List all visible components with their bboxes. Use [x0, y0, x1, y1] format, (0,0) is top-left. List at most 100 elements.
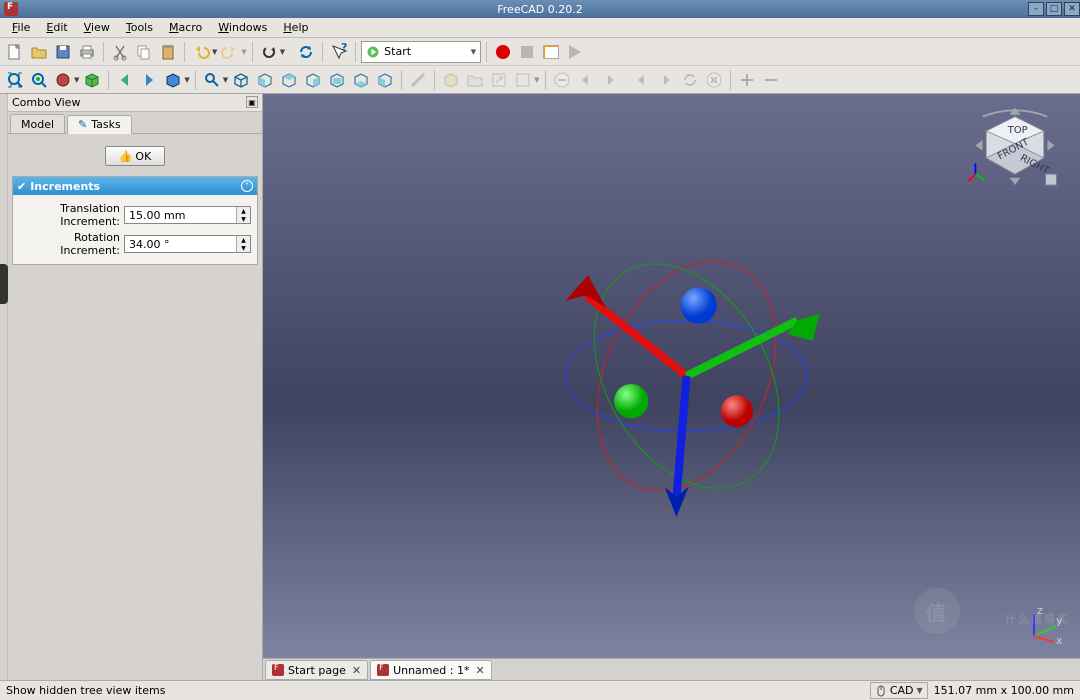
- view-right-button[interactable]: [302, 69, 324, 91]
- tree-close-button[interactable]: [703, 69, 725, 91]
- link-nav-dropdown[interactable]: ▼: [184, 76, 189, 84]
- tab-model[interactable]: Model: [10, 114, 65, 133]
- spin-down-button[interactable]: ▼: [237, 215, 250, 223]
- menu-tools[interactable]: Tools: [118, 19, 161, 36]
- measure-button[interactable]: [407, 69, 429, 91]
- view-left-button[interactable]: [374, 69, 396, 91]
- zoom-out-button[interactable]: [760, 69, 782, 91]
- redo-button[interactable]: [219, 41, 241, 63]
- navigation-cube[interactable]: FRONT RIGHT TOP: [970, 104, 1060, 194]
- tab-tasks[interactable]: ✎ Tasks: [67, 115, 132, 134]
- dock-handle[interactable]: [0, 264, 8, 304]
- view-front-button[interactable]: [254, 69, 276, 91]
- combo-tabs: Model ✎ Tasks: [8, 112, 262, 134]
- status-dimensions: 151.07 mm x 100.00 mm: [934, 684, 1074, 697]
- combo-view-header: Combo View ▣: [8, 94, 262, 112]
- sel-back-button[interactable]: [575, 69, 597, 91]
- zoom-in-button[interactable]: [736, 69, 758, 91]
- save-button[interactable]: [52, 41, 74, 63]
- link-nav-button[interactable]: [162, 69, 184, 91]
- collapse-button[interactable]: ˄: [241, 180, 253, 192]
- draw-style-dropdown[interactable]: ▼: [74, 76, 79, 84]
- rotation-increment-input[interactable]: 34.00 ° ▲▼: [124, 235, 251, 253]
- new-document-button[interactable]: [4, 41, 26, 63]
- isometric-button[interactable]: [201, 69, 223, 91]
- refresh-button[interactable]: [258, 41, 280, 63]
- print-button[interactable]: [76, 41, 98, 63]
- redo-dropdown[interactable]: ▼: [241, 48, 246, 56]
- menu-edit[interactable]: Edit: [38, 19, 75, 36]
- zoom-out-round-button[interactable]: [551, 69, 573, 91]
- doc-tab-start[interactable]: Start page ✕: [265, 660, 368, 680]
- window-maximize-button[interactable]: □: [1046, 2, 1062, 16]
- tree-back-button[interactable]: [631, 69, 653, 91]
- link-actions-dropdown[interactable]: ▼: [534, 76, 539, 84]
- copy-button[interactable]: [133, 41, 155, 63]
- macro-stop-button[interactable]: [516, 41, 538, 63]
- cut-button[interactable]: [109, 41, 131, 63]
- macro-edit-button[interactable]: [540, 41, 562, 63]
- menu-macro[interactable]: Macro: [161, 19, 210, 36]
- spin-down-button[interactable]: ▼: [237, 244, 250, 252]
- view-top-button[interactable]: [278, 69, 300, 91]
- ok-button[interactable]: 👍 OK: [105, 146, 165, 166]
- macro-record-button[interactable]: [492, 41, 514, 63]
- combo-view-panel: Combo View ▣ Model ✎ Tasks 👍 OK ✔ Increm…: [8, 94, 263, 680]
- undo-button[interactable]: [190, 41, 212, 63]
- rotation-increment-value: 34.00 °: [129, 238, 170, 251]
- link-make-button[interactable]: [488, 69, 510, 91]
- menu-view[interactable]: View: [76, 19, 118, 36]
- dock-gutter: [0, 94, 8, 680]
- reload-button[interactable]: [295, 41, 317, 63]
- open-button[interactable]: [28, 41, 50, 63]
- window-close-button[interactable]: ✕: [1064, 2, 1080, 16]
- ok-label: OK: [135, 150, 151, 163]
- sel-forward-button[interactable]: [599, 69, 621, 91]
- combo-view-close-button[interactable]: ▣: [246, 96, 258, 108]
- view-rear-button[interactable]: [326, 69, 348, 91]
- link-actions-button[interactable]: [512, 69, 534, 91]
- freecad-icon: [272, 664, 284, 676]
- menu-help[interactable]: Help: [275, 19, 316, 36]
- spin-up-button[interactable]: ▲: [237, 236, 250, 244]
- doc-tab-unnamed[interactable]: Unnamed : 1* ✕: [370, 660, 492, 680]
- nav-back-button[interactable]: [114, 69, 136, 91]
- nav-style-selector[interactable]: CAD ▼: [870, 682, 928, 699]
- tree-forward-button[interactable]: [655, 69, 677, 91]
- tasks-body: 👍 OK ✔ Increments ˄ Translation Incremen…: [8, 134, 262, 680]
- translation-increment-input[interactable]: 15.00 mm ▲▼: [124, 206, 251, 224]
- play-icon: [569, 45, 581, 59]
- window-minimize-button[interactable]: –: [1028, 2, 1044, 16]
- window-titlebar: FreeCAD 0.20.2 – □ ✕: [0, 0, 1080, 18]
- group-button[interactable]: [464, 69, 486, 91]
- 3d-viewport[interactable]: FRONT RIGHT TOP: [263, 94, 1080, 658]
- fit-all-button[interactable]: [4, 69, 26, 91]
- undo-dropdown[interactable]: ▼: [212, 48, 217, 56]
- draw-style-button[interactable]: [52, 69, 74, 91]
- menu-windows[interactable]: Windows: [210, 19, 275, 36]
- nav-forward-button[interactable]: [138, 69, 160, 91]
- svg-text:TOP: TOP: [1007, 125, 1028, 136]
- macro-play-button[interactable]: [564, 41, 586, 63]
- svg-text:?: ?: [341, 43, 347, 54]
- macro-edit-icon: [543, 45, 559, 59]
- bounding-box-button[interactable]: [81, 69, 103, 91]
- refresh-dropdown[interactable]: ▼: [280, 48, 285, 56]
- tab-tasks-label: Tasks: [91, 118, 120, 131]
- fit-selection-button[interactable]: [28, 69, 50, 91]
- workbench-selector[interactable]: Start: [361, 41, 481, 63]
- view-iso-button[interactable]: [230, 69, 252, 91]
- tree-sync-button[interactable]: [679, 69, 701, 91]
- close-tab-button[interactable]: ✕: [475, 664, 484, 677]
- close-tab-button[interactable]: ✕: [352, 664, 361, 677]
- view-bottom-button[interactable]: [350, 69, 372, 91]
- increments-header[interactable]: ✔ Increments ˄: [13, 177, 257, 195]
- svg-text:z: z: [1037, 604, 1043, 617]
- spin-up-button[interactable]: ▲: [237, 207, 250, 215]
- status-hint: Show hidden tree view items: [6, 684, 165, 697]
- whats-this-button[interactable]: ?: [328, 41, 350, 63]
- menu-file[interactable]: File: [4, 19, 38, 36]
- paste-button[interactable]: [157, 41, 179, 63]
- isometric-dropdown[interactable]: ▼: [223, 76, 228, 84]
- part-button[interactable]: [440, 69, 462, 91]
